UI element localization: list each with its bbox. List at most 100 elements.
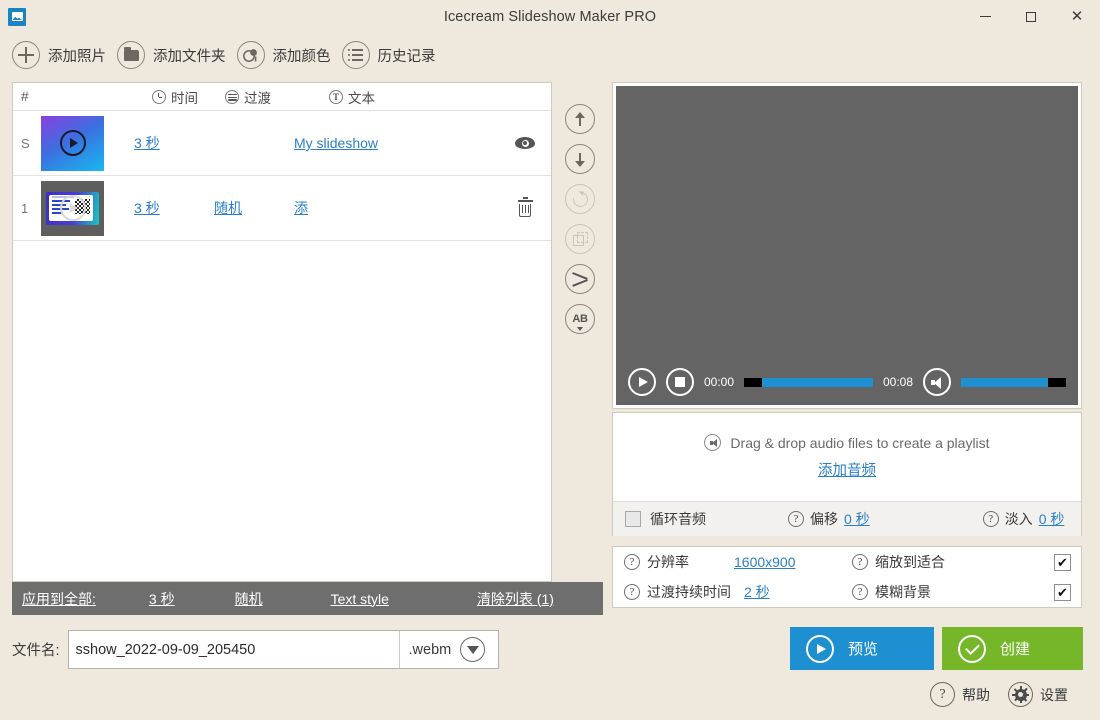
column-header-time-label: 时间: [171, 90, 198, 106]
audio-offset-option: ? 偏移 0 秒: [788, 509, 870, 529]
resolution-setting: ? 分辨率 1600x900: [613, 547, 841, 577]
close-button[interactable]: ✕: [1054, 0, 1100, 33]
main-toolbar: 添加照片 添加文件夹 添加颜色 历史记录: [0, 33, 1100, 77]
filename-row: 文件名: .webm: [12, 630, 499, 669]
volume-knob[interactable]: [1048, 377, 1066, 387]
seek-knob[interactable]: [744, 377, 763, 387]
transition-duration-setting: ? 过渡持续时间 2 秒: [613, 577, 841, 607]
preview-button[interactable]: 预览: [790, 627, 934, 670]
rotate-button[interactable]: [565, 184, 595, 214]
row-duration-link[interactable]: 3 秒: [134, 133, 214, 153]
add-color-button[interactable]: 添加颜色: [235, 38, 340, 72]
add-folder-button[interactable]: 添加文件夹: [115, 38, 235, 72]
slide-thumbnail[interactable]: [41, 180, 104, 236]
minimize-button[interactable]: [962, 0, 1008, 33]
create-button-label: 创建: [1000, 641, 1031, 658]
shuffle-button[interactable]: [565, 264, 595, 294]
question-icon[interactable]: ?: [852, 584, 868, 600]
move-up-button[interactable]: [565, 104, 595, 134]
blur-background-label: 模糊背景: [875, 584, 931, 600]
play-overlay-icon: [59, 195, 86, 221]
table-row[interactable]: S 3 秒 My slideshow: [13, 111, 551, 176]
transition-icon: [225, 89, 239, 104]
apply-text-style-link[interactable]: Text style: [331, 591, 389, 607]
seek-slider[interactable]: [744, 377, 873, 387]
color-icon-svg: [243, 48, 257, 62]
slide-list-panel: # 时间 过渡 T 文本 S 3 秒 My slideshow 1 3 秒 随机…: [12, 82, 552, 582]
apply-transition-link[interactable]: 随机: [235, 589, 263, 609]
shuffle-icon: [572, 271, 588, 287]
filename-input[interactable]: [68, 631, 399, 668]
zoom-to-fit-label: 缩放到适合: [875, 554, 945, 570]
row-delete-button[interactable]: [499, 197, 551, 217]
audio-panel: Drag & drop audio files to create a play…: [612, 412, 1082, 536]
question-icon[interactable]: ?: [982, 511, 999, 527]
resolution-label: 分辨率: [647, 554, 689, 570]
audio-offset-value[interactable]: 0 秒: [844, 509, 870, 529]
volume-slider[interactable]: [961, 377, 1066, 387]
history-button[interactable]: 历史记录: [340, 38, 445, 72]
arrow-down-icon: [574, 152, 587, 167]
preview-button-label: 预览: [848, 641, 879, 658]
clear-list-link[interactable]: 清除列表 (1): [477, 589, 554, 609]
question-icon[interactable]: ?: [788, 511, 804, 527]
play-button[interactable]: [628, 368, 656, 396]
create-button[interactable]: 创建: [942, 627, 1083, 670]
minimize-icon: [979, 16, 991, 17]
add-color-label: 添加颜色: [272, 48, 331, 65]
question-icon[interactable]: ?: [624, 584, 640, 600]
table-row[interactable]: 1 3 秒 随机 添: [13, 176, 551, 241]
sort-ab-button[interactable]: AB: [565, 304, 595, 334]
settings-button[interactable]: 设置: [1008, 682, 1068, 707]
file-extension-selector[interactable]: .webm: [398, 631, 498, 668]
zoom-to-fit-checkbox[interactable]: ✔: [1054, 553, 1071, 571]
row-preview-button[interactable]: [499, 137, 551, 149]
move-down-button[interactable]: [565, 144, 595, 174]
preview-stage[interactable]: 00:00 00:08: [616, 86, 1078, 405]
question-icon[interactable]: ?: [624, 554, 640, 570]
column-header-transition-label: 过渡: [244, 90, 271, 106]
transition-duration-value-link[interactable]: 2 秒: [744, 582, 770, 602]
row-number: 1: [21, 200, 29, 216]
row-number: S: [21, 135, 30, 151]
apply-duration-link[interactable]: 3 秒: [149, 589, 175, 609]
chevron-down-icon[interactable]: [460, 637, 486, 662]
file-extension-label: .webm: [408, 641, 452, 658]
eye-icon: [515, 137, 535, 149]
stop-button[interactable]: [666, 368, 694, 396]
column-header-transition[interactable]: 过渡: [225, 87, 271, 107]
blur-background-setting: ? 模糊背景 ✔: [841, 577, 1083, 607]
row-text-link[interactable]: 添: [294, 198, 499, 218]
row-text-link[interactable]: My slideshow: [294, 135, 499, 151]
add-photos-button[interactable]: 添加照片: [10, 38, 115, 72]
resolution-value-link[interactable]: 1600x900: [734, 554, 796, 570]
check-icon: [958, 634, 986, 663]
blur-background-checkbox[interactable]: ✔: [1054, 583, 1071, 601]
row-transition-link[interactable]: 随机: [214, 198, 294, 218]
window-controls: ✕: [962, 0, 1100, 33]
list-icon: [341, 41, 370, 69]
speaker-icon: [930, 376, 944, 389]
row-duration-link[interactable]: 3 秒: [134, 198, 214, 218]
help-button[interactable]: ? 帮助: [930, 682, 990, 707]
arrow-up-icon: [574, 111, 587, 127]
play-overlay-icon: [59, 130, 86, 156]
folder-icon: [117, 41, 145, 69]
column-header-time[interactable]: 时间: [152, 87, 198, 107]
list-action-rail: AB: [560, 104, 600, 334]
loop-audio-checkbox[interactable]: [625, 511, 641, 527]
gear-icon: [1008, 682, 1033, 707]
total-time: 00:08: [882, 375, 913, 389]
add-audio-link[interactable]: 添加音频: [818, 459, 876, 480]
apply-to-all-label: 应用到全部:: [22, 590, 96, 607]
filename-box: .webm: [67, 630, 499, 669]
maximize-button[interactable]: [1008, 0, 1054, 33]
audio-dropzone[interactable]: Drag & drop audio files to create a play…: [613, 413, 1081, 501]
preview-controls: 00:00 00:08: [616, 359, 1078, 405]
question-icon[interactable]: ?: [852, 554, 868, 570]
slide-thumbnail[interactable]: [41, 115, 104, 171]
audio-fade-value[interactable]: 0 秒: [1039, 509, 1065, 529]
column-header-text[interactable]: T 文本: [329, 87, 375, 107]
mute-button[interactable]: [923, 368, 951, 396]
duplicate-button[interactable]: [565, 224, 595, 254]
